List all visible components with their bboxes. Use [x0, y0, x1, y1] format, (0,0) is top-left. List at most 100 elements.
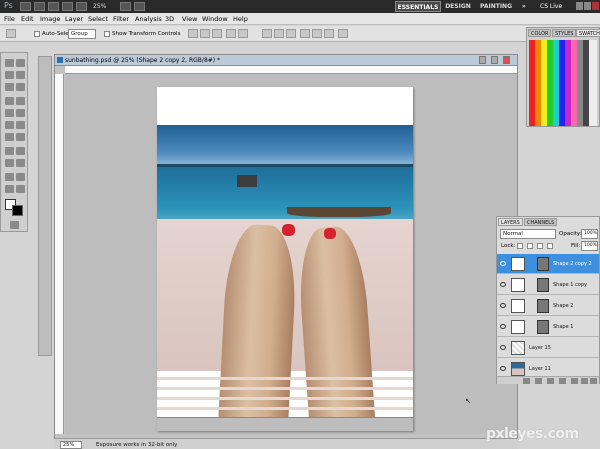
doc-minimize-icon[interactable]	[479, 56, 486, 64]
dodge-tool-icon[interactable]	[16, 133, 25, 141]
workspace-essentials[interactable]: ESSENTIALS	[395, 1, 441, 12]
align-top-icon[interactable]	[188, 29, 198, 38]
menu-window[interactable]: Window	[202, 14, 228, 24]
workspace-painting[interactable]: PAINTING	[478, 1, 514, 12]
lock-image-icon[interactable]	[527, 243, 533, 249]
lock-transparent-icon[interactable]	[517, 243, 523, 249]
align-left-icon[interactable]	[226, 29, 236, 38]
adjustment-layer-icon[interactable]	[559, 378, 566, 384]
layer-row[interactable]: Layer 15	[497, 338, 599, 358]
lock-all-icon[interactable]	[547, 243, 553, 249]
tab-swatches[interactable]: SWATCH	[576, 29, 600, 37]
visibility-eye-icon[interactable]	[500, 282, 506, 287]
menu-view[interactable]: View	[182, 14, 197, 24]
canvas-artboard[interactable]	[157, 87, 413, 431]
visibility-eye-icon[interactable]	[500, 261, 506, 266]
zoom-tool-icon[interactable]	[16, 185, 25, 193]
more-workspaces-button[interactable]: »	[520, 1, 528, 12]
add-style-icon[interactable]	[535, 378, 542, 384]
layer-row[interactable]: Shape 1	[497, 317, 599, 337]
align-hcenter-icon[interactable]	[238, 29, 248, 38]
show-transform-checkbox[interactable]	[104, 31, 110, 37]
workspace-design[interactable]: DESIGN	[444, 1, 472, 12]
tab-styles[interactable]: STYLES	[552, 29, 577, 37]
minimize-icon[interactable]	[576, 2, 583, 10]
status-zoom-field[interactable]: 25%	[60, 441, 82, 449]
history-brush-tool-icon[interactable]	[16, 109, 25, 117]
bridge-icon[interactable]	[20, 2, 31, 11]
3d-orbit-tool-icon[interactable]	[16, 173, 25, 181]
vertical-ruler[interactable]	[55, 74, 64, 434]
document-tab-title[interactable]: sunbathing.psd @ 25% (Shape 2 copy 2, RG…	[65, 56, 220, 65]
add-mask-icon[interactable]	[547, 378, 554, 384]
menu-analysis[interactable]: Analysis	[135, 14, 162, 24]
doc-close-icon[interactable]	[503, 56, 510, 64]
healing-brush-tool-icon[interactable]	[5, 97, 14, 105]
background-color-swatch[interactable]	[12, 205, 23, 216]
auto-select-dropdown[interactable]: Group	[68, 29, 96, 39]
auto-select-checkbox[interactable]	[34, 31, 40, 37]
new-group-icon[interactable]	[571, 378, 578, 384]
doc-maximize-icon[interactable]	[491, 56, 498, 64]
quick-mask-icon[interactable]	[10, 221, 19, 229]
quick-select-tool-icon[interactable]	[16, 71, 25, 79]
link-layers-icon[interactable]	[523, 378, 530, 384]
distribute-top-icon[interactable]	[262, 29, 272, 38]
close-icon[interactable]	[592, 2, 599, 10]
move-tool-preset-icon[interactable]	[6, 29, 16, 38]
layer-row[interactable]: Shape 1 copy	[497, 275, 599, 295]
arrange-documents-icon[interactable]	[120, 2, 131, 11]
lock-position-icon[interactable]	[537, 243, 543, 249]
brush-tool-icon[interactable]	[16, 97, 25, 105]
swatch-grid[interactable]	[529, 40, 597, 126]
auto-align-icon[interactable]	[338, 29, 348, 38]
tab-channels[interactable]: CHANNELS	[524, 218, 558, 226]
layer-row[interactable]: Shape 2	[497, 296, 599, 316]
eyedropper-tool-icon[interactable]	[16, 83, 25, 91]
maximize-icon[interactable]	[584, 2, 591, 10]
visibility-eye-icon[interactable]	[500, 345, 506, 350]
document-title-bar[interactable]: sunbathing.psd @ 25% (Shape 2 copy 2, RG…	[55, 55, 517, 66]
fill-field[interactable]: 100%	[581, 241, 598, 251]
menu-image[interactable]: Image	[40, 14, 60, 24]
hand-tool-icon[interactable]	[76, 2, 87, 11]
layer-row[interactable]: Shape 2 copy 2	[497, 254, 599, 274]
distribute-hcenter-icon[interactable]	[312, 29, 322, 38]
tab-layers[interactable]: LAYERS	[498, 218, 523, 226]
menu-help[interactable]: Help	[233, 14, 248, 24]
crop-tool-icon[interactable]	[5, 83, 14, 91]
distribute-left-icon[interactable]	[300, 29, 310, 38]
visibility-eye-icon[interactable]	[500, 324, 506, 329]
menu-file[interactable]: File	[4, 14, 15, 24]
blur-tool-icon[interactable]	[5, 133, 14, 141]
collapsed-document-strip[interactable]	[38, 56, 52, 356]
eraser-tool-icon[interactable]	[5, 121, 14, 129]
distribute-right-icon[interactable]	[324, 29, 334, 38]
appbar-zoom-select[interactable]: 25%	[93, 2, 115, 11]
mini-bridge-icon[interactable]	[34, 2, 45, 11]
shape-tool-icon[interactable]	[16, 159, 25, 167]
hand-tool-icon[interactable]	[5, 185, 14, 193]
visibility-eye-icon[interactable]	[500, 366, 506, 371]
zoom-level-icon[interactable]	[62, 2, 73, 11]
screen-mode-icon[interactable]	[134, 2, 145, 11]
view-extras-icon[interactable]	[48, 2, 59, 11]
clone-stamp-tool-icon[interactable]	[5, 109, 14, 117]
tab-color[interactable]: COLOR	[528, 29, 552, 37]
pen-tool-icon[interactable]	[5, 147, 14, 155]
gradient-tool-icon[interactable]	[16, 121, 25, 129]
menu-select[interactable]: Select	[88, 14, 108, 24]
lasso-tool-icon[interactable]	[5, 71, 14, 79]
path-selection-tool-icon[interactable]	[5, 159, 14, 167]
menu-3d[interactable]: 3D	[165, 14, 174, 24]
horizontal-ruler[interactable]	[65, 66, 517, 74]
menu-layer[interactable]: Layer	[65, 14, 83, 24]
menu-edit[interactable]: Edit	[21, 14, 34, 24]
menu-filter[interactable]: Filter	[113, 14, 129, 24]
distribute-bottom-icon[interactable]	[286, 29, 296, 38]
move-tool-icon[interactable]	[5, 59, 14, 67]
opacity-field[interactable]: 100%	[581, 229, 598, 239]
cs-live-button[interactable]: CS Live	[540, 2, 574, 11]
3d-rotate-tool-icon[interactable]	[5, 173, 14, 181]
visibility-eye-icon[interactable]	[500, 303, 506, 308]
